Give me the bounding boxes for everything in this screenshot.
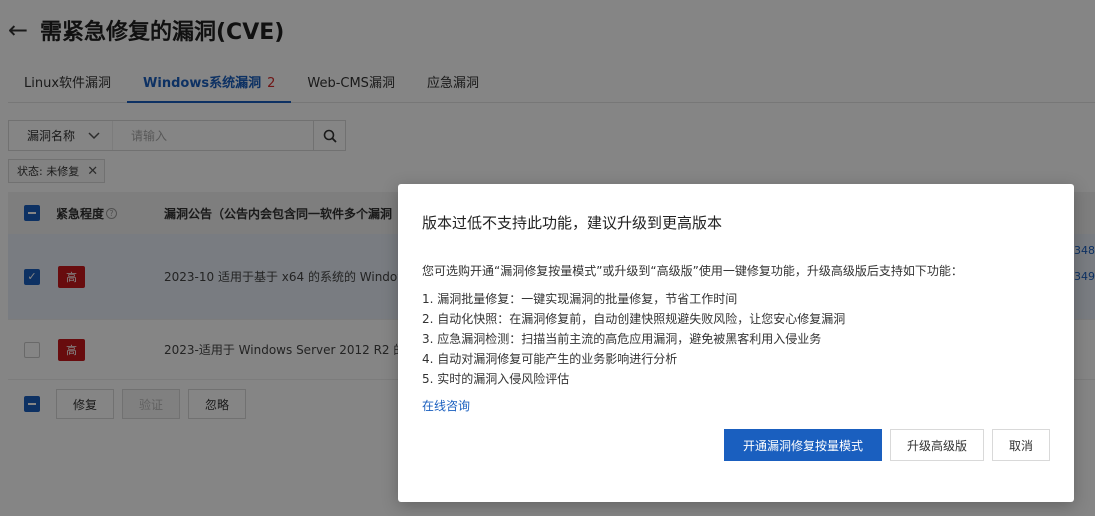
online-consult-link[interactable]: 在线咨询 [422,397,470,414]
feature-item: 4. 自动对漏洞修复可能产生的业务影响进行分析 [422,352,678,366]
feature-item: 3. 应急漏洞检测：扫描当前主流的高危应用漏洞，避免被黑客利用入侵业务 [422,332,822,346]
dialog-intro: 您可选购开通“漏洞修复按量模式”或升级到“高级版”使用一键修复功能，升级高级版后… [422,264,963,278]
dialog-title: 版本过低不支持此功能，建议升级到更高版本 [422,214,723,232]
dialog-footer: 开通漏洞修复按量模式 升级高级版 取消 [716,429,1050,461]
upgrade-advanced-button[interactable]: 升级高级版 [889,429,984,461]
upgrade-dialog: 版本过低不支持此功能，建议升级到更高版本 您可选购开通“漏洞修复按量模式”或升级… [398,184,1074,502]
page-root: ← 需紧急修复的漏洞(CVE) Linux软件漏洞 Windows系统漏洞 2 W… [0,0,1095,516]
feature-item: 1. 漏洞批量修复：一键实现漏洞的批量修复，节省工作时间 [422,292,738,306]
cancel-button[interactable]: 取消 [991,429,1050,461]
feature-list: 1. 漏洞批量修复：一键实现漏洞的批量修复，节省工作时间 2. 自动化快照：在漏… [422,289,845,389]
enable-pay-as-you-go-button[interactable]: 开通漏洞修复按量模式 [723,429,882,461]
feature-item: 2. 自动化快照：在漏洞修复前，自动创建快照规避失败风险，让您安心修复漏洞 [422,312,846,326]
feature-item: 5. 实时的漏洞入侵风险评估 [422,372,570,386]
